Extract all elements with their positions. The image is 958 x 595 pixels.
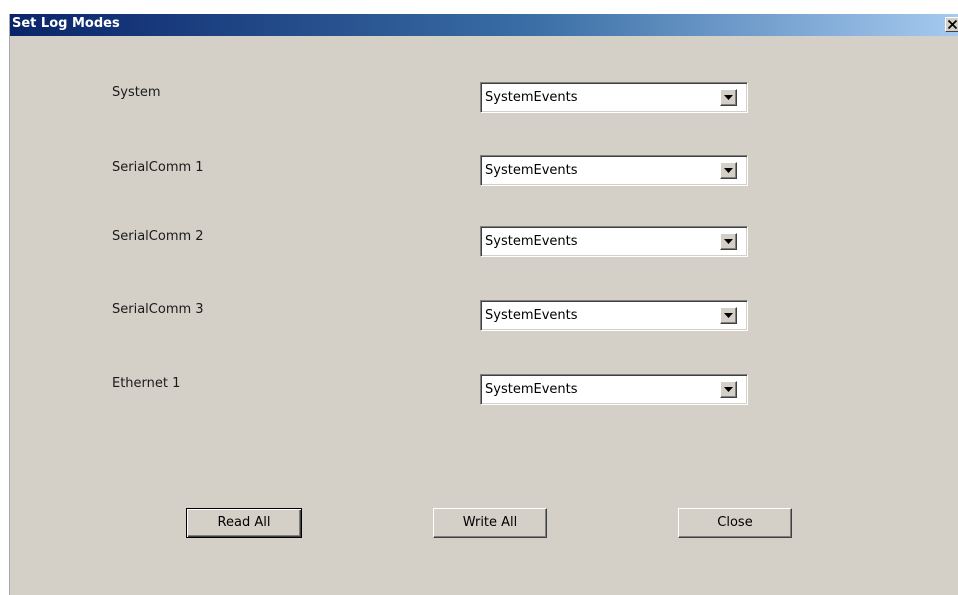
serialcomm-1-log-mode-select[interactable]: SystemEvents xyxy=(480,155,748,186)
system-log-mode-select[interactable]: SystemEvents xyxy=(480,82,748,113)
chevron-down-icon xyxy=(724,95,733,100)
close-window-button[interactable] xyxy=(945,17,958,32)
serialcomm-2-dropdown-button[interactable] xyxy=(720,233,737,250)
title-bar[interactable]: Set Log Modes xyxy=(10,14,958,36)
close-button[interactable]: Close xyxy=(678,508,792,538)
serialcomm-3-log-mode-select[interactable]: SystemEvents xyxy=(480,300,748,331)
write-all-button[interactable]: Write All xyxy=(433,508,547,538)
chevron-down-icon xyxy=(724,168,733,173)
system-dropdown-button[interactable] xyxy=(720,89,737,106)
ethernet-1-log-mode-select[interactable]: SystemEvents xyxy=(480,374,748,405)
serialcomm-1-log-mode-value: SystemEvents xyxy=(485,163,578,178)
chevron-down-icon xyxy=(724,313,733,318)
ethernet-1-dropdown-button[interactable] xyxy=(720,381,737,398)
chevron-down-icon xyxy=(724,387,733,392)
serialcomm-3-dropdown-button[interactable] xyxy=(720,307,737,324)
label-serialcomm-2: SerialComm 2 xyxy=(112,229,204,244)
system-log-mode-value: SystemEvents xyxy=(485,90,578,105)
label-serialcomm-1: SerialComm 1 xyxy=(112,160,204,175)
serialcomm-1-dropdown-button[interactable] xyxy=(720,162,737,179)
serialcomm-2-log-mode-select[interactable]: SystemEvents xyxy=(480,226,748,257)
set-log-modes-dialog: Set Log Modes System SystemEvents Serial… xyxy=(9,14,958,595)
window-title: Set Log Modes xyxy=(12,16,120,31)
label-system: System xyxy=(112,85,161,100)
label-ethernet-1: Ethernet 1 xyxy=(112,376,181,391)
serialcomm-3-log-mode-value: SystemEvents xyxy=(485,308,578,323)
read-all-button[interactable]: Read All xyxy=(186,508,302,538)
ethernet-1-log-mode-value: SystemEvents xyxy=(485,382,578,397)
close-icon xyxy=(948,20,957,29)
chevron-down-icon xyxy=(724,239,733,244)
label-serialcomm-3: SerialComm 3 xyxy=(112,302,204,317)
serialcomm-2-log-mode-value: SystemEvents xyxy=(485,234,578,249)
